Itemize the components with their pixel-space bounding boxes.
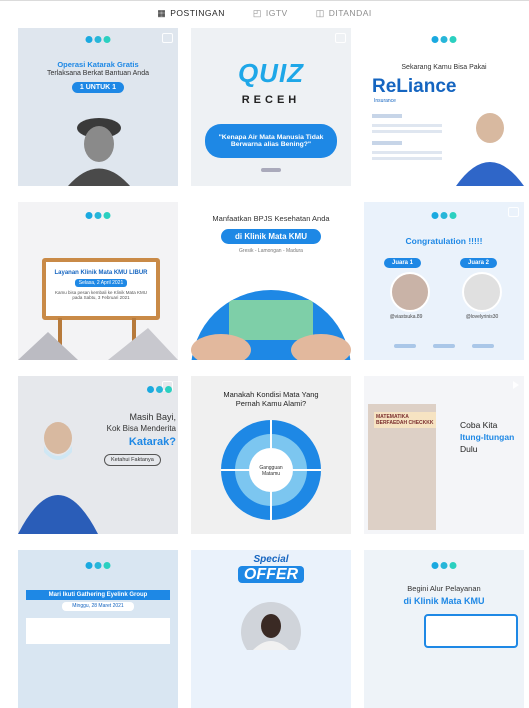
post-text: Manakah Kondisi Mata Yang Pernah Kamu Al… [223,390,319,408]
quiz-question: "Kenapa Air Mata Manusia Tidak Berwarna … [205,124,337,158]
kmu-logo [431,36,457,43]
post-text: Coba Kita [460,420,498,430]
doctor-photo [456,113,524,186]
winner1-name: @viastsuka.89 [389,314,423,320]
tab-igtv[interactable]: ◰ IGTV [253,8,288,19]
winner1-label: Juara 1 [384,258,422,268]
event-photo [26,618,170,644]
post-text: Kok Bisa Menderita [106,424,176,433]
post-tile[interactable]: Manakah Kondisi Mata Yang Pernah Kamu Al… [191,376,351,534]
signboard: Layanan Klinik Mata KMU LIBUR Selasa, 2 … [42,258,160,320]
winner1-avatar [390,272,430,312]
post-text: Dulu [460,444,478,454]
post-tile[interactable]: MATEMATIKA BERFAEDAH CHECKKK Coba Kita I… [364,376,524,534]
post-text: Katarak? [128,436,176,448]
post-tile[interactable]: Mari Ikuti Gathering Eyelink Group Mingg… [18,550,178,708]
tab-label: IGTV [265,8,288,18]
banner-date: Minggu, 28 Maret 2021 [62,602,134,611]
post-text: Sekarang Kamu Bisa Pakai [401,64,487,71]
divider [261,168,281,172]
post-text: Gresik - Lamongan - Madura [239,248,303,254]
banner: Mari Ikuti Gathering Eyelink Group [26,590,170,600]
quiz-title: QUIZ [237,58,305,88]
post-tile[interactable]: Congratulation !!!!! Juara 1 Juara 2 @vi… [364,202,524,360]
doctor-photo [18,422,98,534]
kmu-logo [85,212,111,219]
post-text: Masih Bayi, [129,412,176,422]
kmu-logo [85,562,111,569]
tab-ditandai[interactable]: ◫ DITANDAI [316,8,372,19]
post-text: Congratulation !!!!! [405,236,483,246]
post-text: Itung-Itungan [460,432,515,442]
post-text: Operasi Katarak Gratis [57,60,139,69]
multi-photo-icon [162,33,173,43]
tab-label: POSTINGAN [170,8,225,18]
bpjs-card-photo [191,290,351,360]
igtv-icon: ◰ [252,7,262,18]
offer-text: OFFER [237,566,305,583]
post-tile[interactable]: Masih Bayi, Kok Bisa Menderita Katarak? … [18,376,178,534]
branch-list [372,114,442,174]
post-tile[interactable]: Special OFFER [191,550,351,708]
post-badge: 1 UNTUK 1 [71,82,125,93]
post-text: Terlaksana Berkat Bantuan Anda [47,70,149,77]
video-icon [513,381,519,389]
post-tile[interactable]: QUIZ RECEH "Kenapa Air Mata Manusia Tida… [191,28,351,186]
post-tile[interactable]: Begini Alur Pelayanan di Klinik Mata KMU [364,550,524,708]
offer-badge: Special [253,554,289,565]
sign-body: Kamu bisa pesan kembali ke Klinik Mata K… [54,290,148,300]
old-man-photo [68,118,130,186]
sign-date: Selasa, 2 April 2021 [74,279,128,287]
mountains-graphic [18,328,178,360]
brand-name: ReLiance [372,76,457,97]
kmu-logo [147,386,172,393]
post-tile[interactable]: Layanan Klinik Mata KMU LIBUR Selasa, 2 … [18,202,178,360]
post-tile[interactable]: Manfaatkan BPJS Kesehatan Anda di Klinik… [191,202,351,360]
social-row [394,344,494,348]
winner2-label: Juara 2 [460,258,498,268]
grid-icon: ▦ [157,7,167,18]
sign-title: Layanan Klinik Mata KMU LIBUR [54,270,148,276]
winner2-name: @lovelyrinis30 [465,314,499,320]
post-badge: di Klinik Mata KMU [220,229,321,244]
wheel-center: Gangguan Matamu [259,465,283,477]
post-text: Manfaatkan BPJS Kesehatan Anda [212,214,330,223]
post-tile[interactable]: Operasi Katarak Gratis Terlaksana Berkat… [18,28,178,186]
person-photo [241,602,301,650]
cta-button: Ketahui Faktanya [104,454,161,466]
kmu-logo [431,212,457,219]
multi-photo-icon [508,207,519,217]
tag-icon: ◫ [315,7,325,18]
post-grid: Operasi Katarak Gratis Terlaksana Berkat… [18,28,525,708]
multi-photo-icon [335,33,346,43]
post-text: Begini Alur Pelayanan [407,584,481,593]
post-tile[interactable]: Sekarang Kamu Bisa Pakai ReLiance Insura… [364,28,524,186]
tab-postingan[interactable]: ▦ POSTINGAN [157,8,225,19]
book-title: MATEMATIKA BERFAEDAH CHECKKK [374,412,436,428]
kmu-logo [85,36,111,43]
tab-label: DITANDAI [328,8,372,18]
winner2-avatar [462,272,502,312]
quiz-subtitle: RECEH [241,94,301,106]
profile-tabs: ▦ POSTINGAN ◰ IGTV ◫ DITANDAI [0,0,529,25]
flow-card [424,614,518,648]
kmu-logo [431,562,457,569]
post-text: di Klinik Mata KMU [403,596,485,606]
brand-sub: Insurance [374,98,396,104]
